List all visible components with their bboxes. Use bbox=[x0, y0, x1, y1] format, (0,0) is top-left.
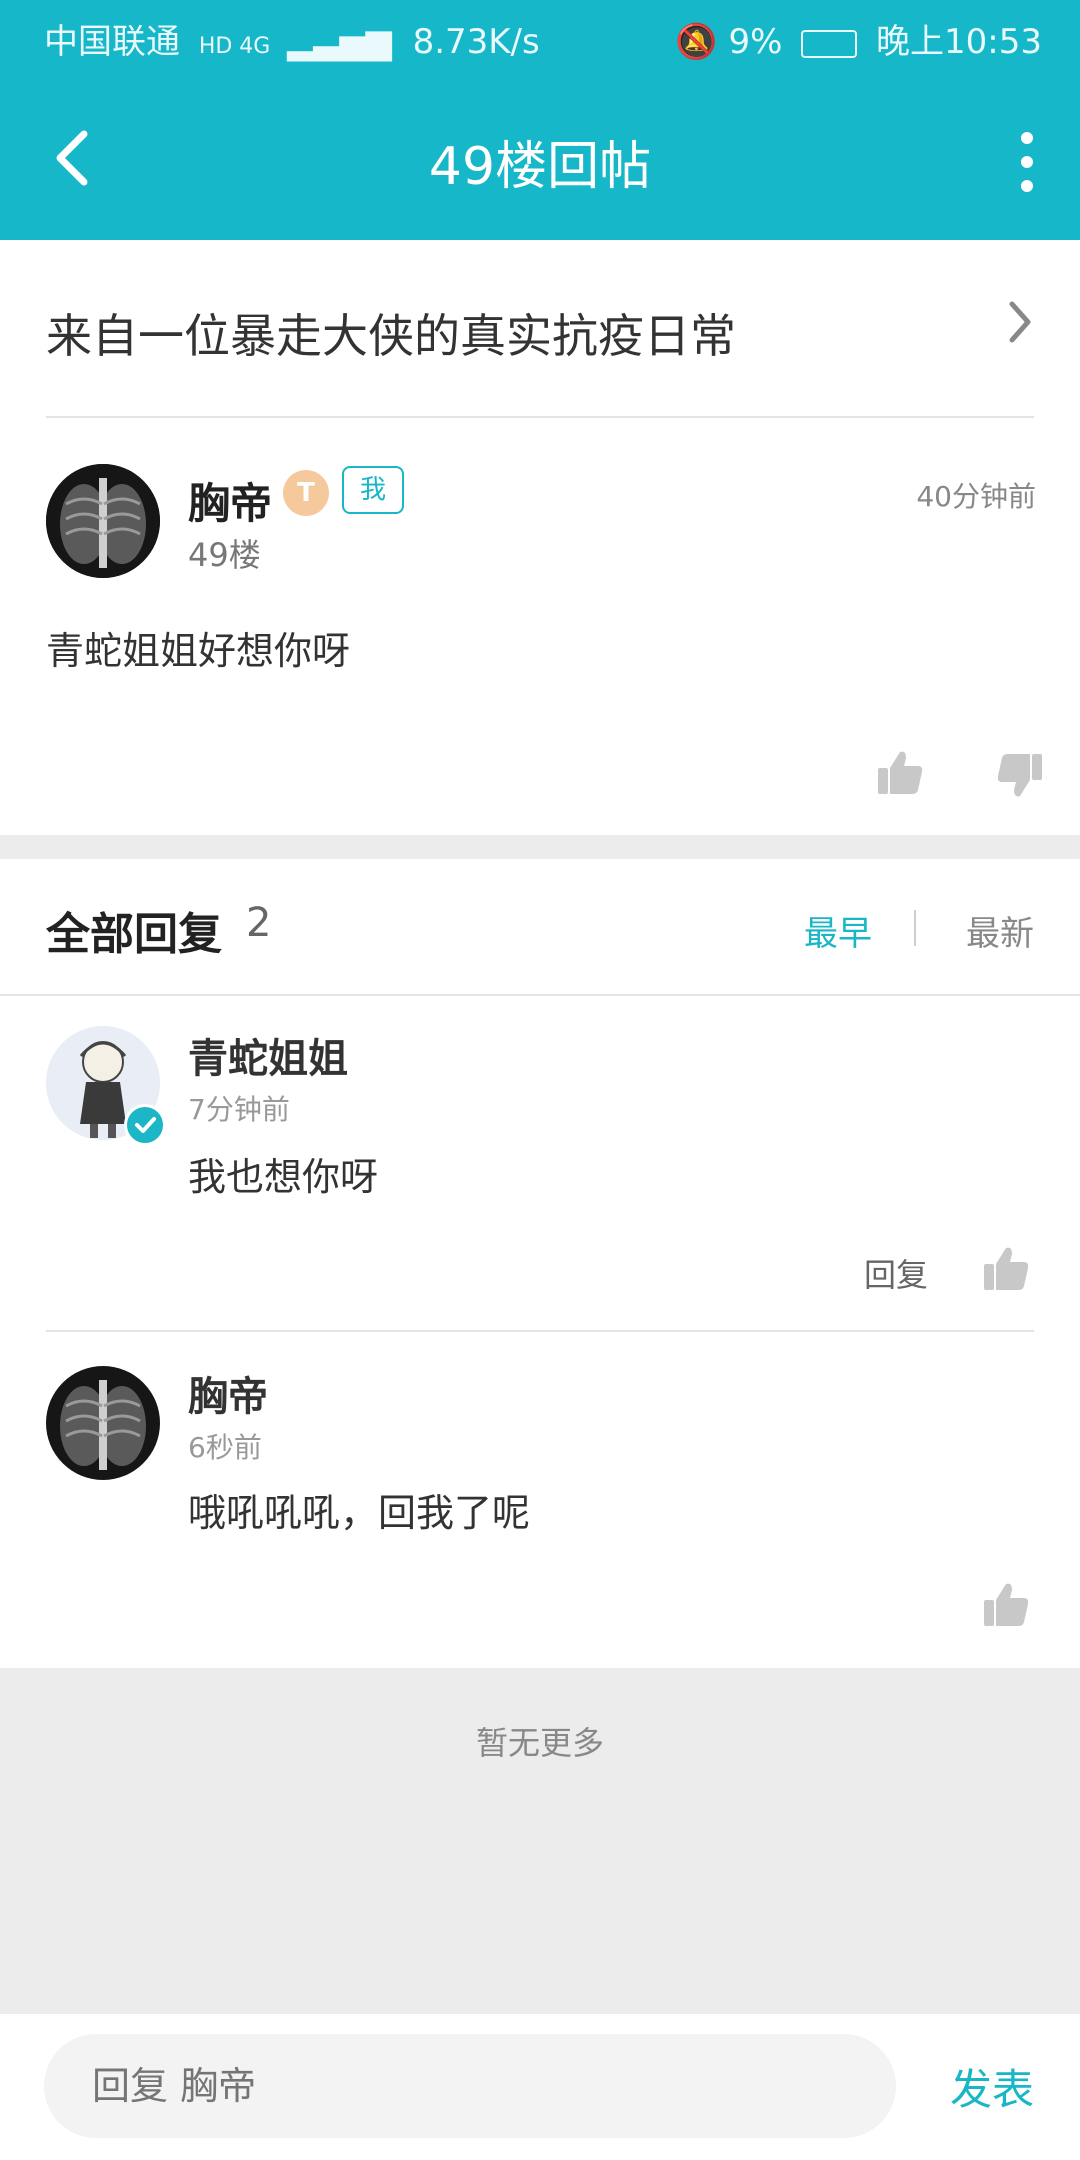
avatar[interactable] bbox=[46, 1366, 160, 1480]
clock: 晚上10:53 bbox=[876, 22, 1042, 62]
check-icon bbox=[135, 1117, 156, 1133]
dislike-button[interactable] bbox=[996, 752, 1044, 800]
like-button[interactable] bbox=[876, 748, 924, 796]
thumbs-up-icon bbox=[878, 751, 923, 794]
thread-title-link[interactable]: 来自一位暴走大侠的真实抗疫日常 bbox=[46, 300, 736, 366]
xray-avatar-image bbox=[46, 1366, 160, 1480]
reply-author[interactable]: 青蛇姐姐 bbox=[188, 1026, 348, 1084]
status-left: 中国联通 HD 4G ▂▃▅▆ 8.73K/s bbox=[44, 14, 540, 63]
like-button[interactable] bbox=[982, 1244, 1030, 1292]
reply-content: 哦吼吼吼，回我了呢 bbox=[188, 1491, 531, 1535]
reply-input[interactable] bbox=[44, 2034, 896, 2138]
divider bbox=[46, 416, 1034, 418]
battery-percent: 9% bbox=[728, 22, 783, 62]
like-button[interactable] bbox=[982, 1580, 1030, 1628]
section-separator bbox=[0, 835, 1080, 859]
replies-count: 2 bbox=[246, 900, 272, 946]
avatar[interactable] bbox=[46, 464, 160, 578]
signal-icon: ▂▃▅▆ bbox=[287, 22, 392, 62]
network-speed: 8.73K/s bbox=[412, 22, 540, 62]
post-time: 40分钟前 bbox=[916, 480, 1036, 513]
reply-time: 6秒前 bbox=[188, 1431, 262, 1464]
page-title: 49楼回帖 bbox=[428, 137, 652, 197]
reply-author[interactable]: 胸帝 bbox=[188, 1364, 268, 1422]
send-button[interactable]: 发表 bbox=[950, 2056, 1034, 2117]
reply-content: 我也想你呀 bbox=[188, 1155, 379, 1199]
divider bbox=[0, 994, 1080, 996]
divider bbox=[914, 910, 916, 946]
app-header: 49楼回帖 bbox=[0, 74, 1080, 240]
sort-earliest-button[interactable]: 最早 bbox=[804, 906, 872, 955]
me-badge: 我 bbox=[342, 466, 404, 514]
all-replies-title: 全部回复 bbox=[46, 909, 222, 960]
thumbs-down-icon bbox=[997, 754, 1042, 797]
chevron-right-icon[interactable] bbox=[1006, 300, 1034, 344]
sort-latest-button[interactable]: 最新 bbox=[966, 906, 1034, 955]
battery-icon bbox=[801, 29, 858, 58]
thumbs-up-icon bbox=[984, 1247, 1029, 1290]
reply-time: 7分钟前 bbox=[188, 1093, 290, 1126]
verified-badge bbox=[124, 1104, 166, 1146]
no-more-label: 暂无更多 bbox=[475, 1724, 604, 1762]
more-menu-button[interactable] bbox=[1018, 132, 1036, 192]
status-right: 🔕 9% 晚上10:53 bbox=[675, 14, 1042, 63]
floor-number: 49楼 bbox=[188, 536, 261, 574]
post-content: 青蛇姐姐好想你呀 bbox=[46, 629, 351, 673]
network-indicator: HD 4G bbox=[198, 34, 271, 59]
level-badge: T bbox=[283, 470, 329, 516]
divider bbox=[46, 1330, 1034, 1332]
xray-avatar-image bbox=[46, 464, 160, 578]
thumbs-up-icon bbox=[984, 1583, 1029, 1626]
status-bar: 中国联通 HD 4G ▂▃▅▆ 8.73K/s 🔕 9% 晚上10:53 bbox=[0, 0, 1080, 74]
carrier-label: 中国联通 bbox=[44, 22, 180, 62]
mute-bell-icon: 🔕 bbox=[675, 22, 718, 62]
more-vertical-icon bbox=[1018, 132, 1036, 192]
post-author[interactable]: 胸帝 bbox=[188, 470, 272, 531]
reply-button[interactable]: 回复 bbox=[864, 1250, 928, 1296]
